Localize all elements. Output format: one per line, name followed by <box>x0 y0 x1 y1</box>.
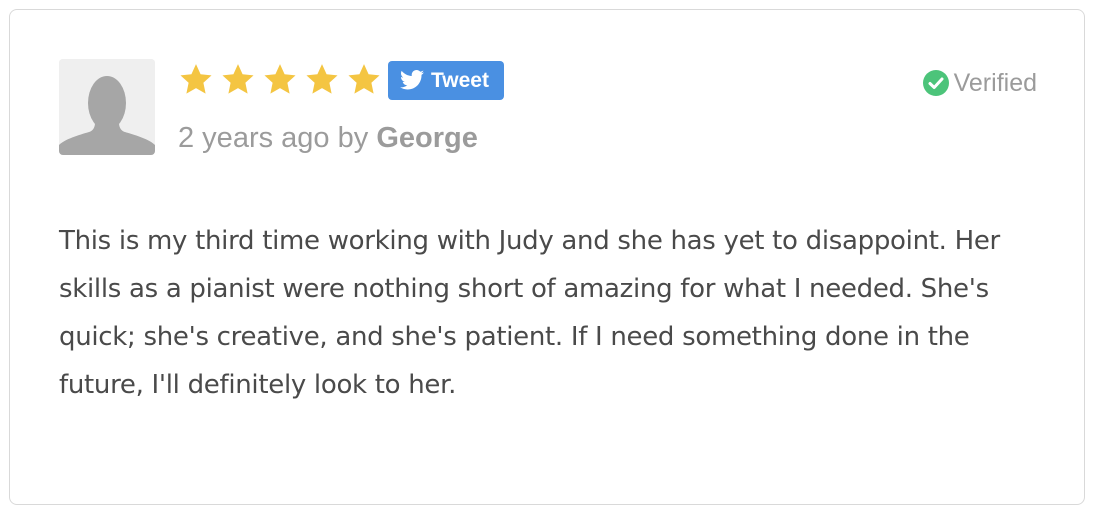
check-circle-icon <box>922 70 949 96</box>
review-author: George <box>376 122 478 154</box>
verified-label: Verified <box>953 68 1037 97</box>
star-icon <box>304 63 340 97</box>
byline-by: by <box>337 122 369 154</box>
star-icon <box>262 63 298 97</box>
review-text: This is my third time working with Judy … <box>59 226 1000 400</box>
star-rating <box>178 63 382 97</box>
star-icon <box>346 63 382 97</box>
star-icon <box>178 63 214 97</box>
verified-badge: Verified <box>922 68 1037 97</box>
avatar <box>59 59 155 155</box>
tweet-button[interactable]: Tweet <box>388 60 504 100</box>
star-icon <box>220 63 256 97</box>
twitter-bird-icon <box>400 70 424 90</box>
review-time-ago: 2 years ago <box>178 122 330 154</box>
rating-row: Tweet <box>178 60 504 100</box>
review-byline: 2 years ago by George <box>178 121 478 156</box>
tweet-label: Tweet <box>431 68 489 92</box>
review-card: Tweet Verified 2 years ago by George Thi… <box>9 9 1085 505</box>
person-silhouette-icon <box>59 59 155 155</box>
